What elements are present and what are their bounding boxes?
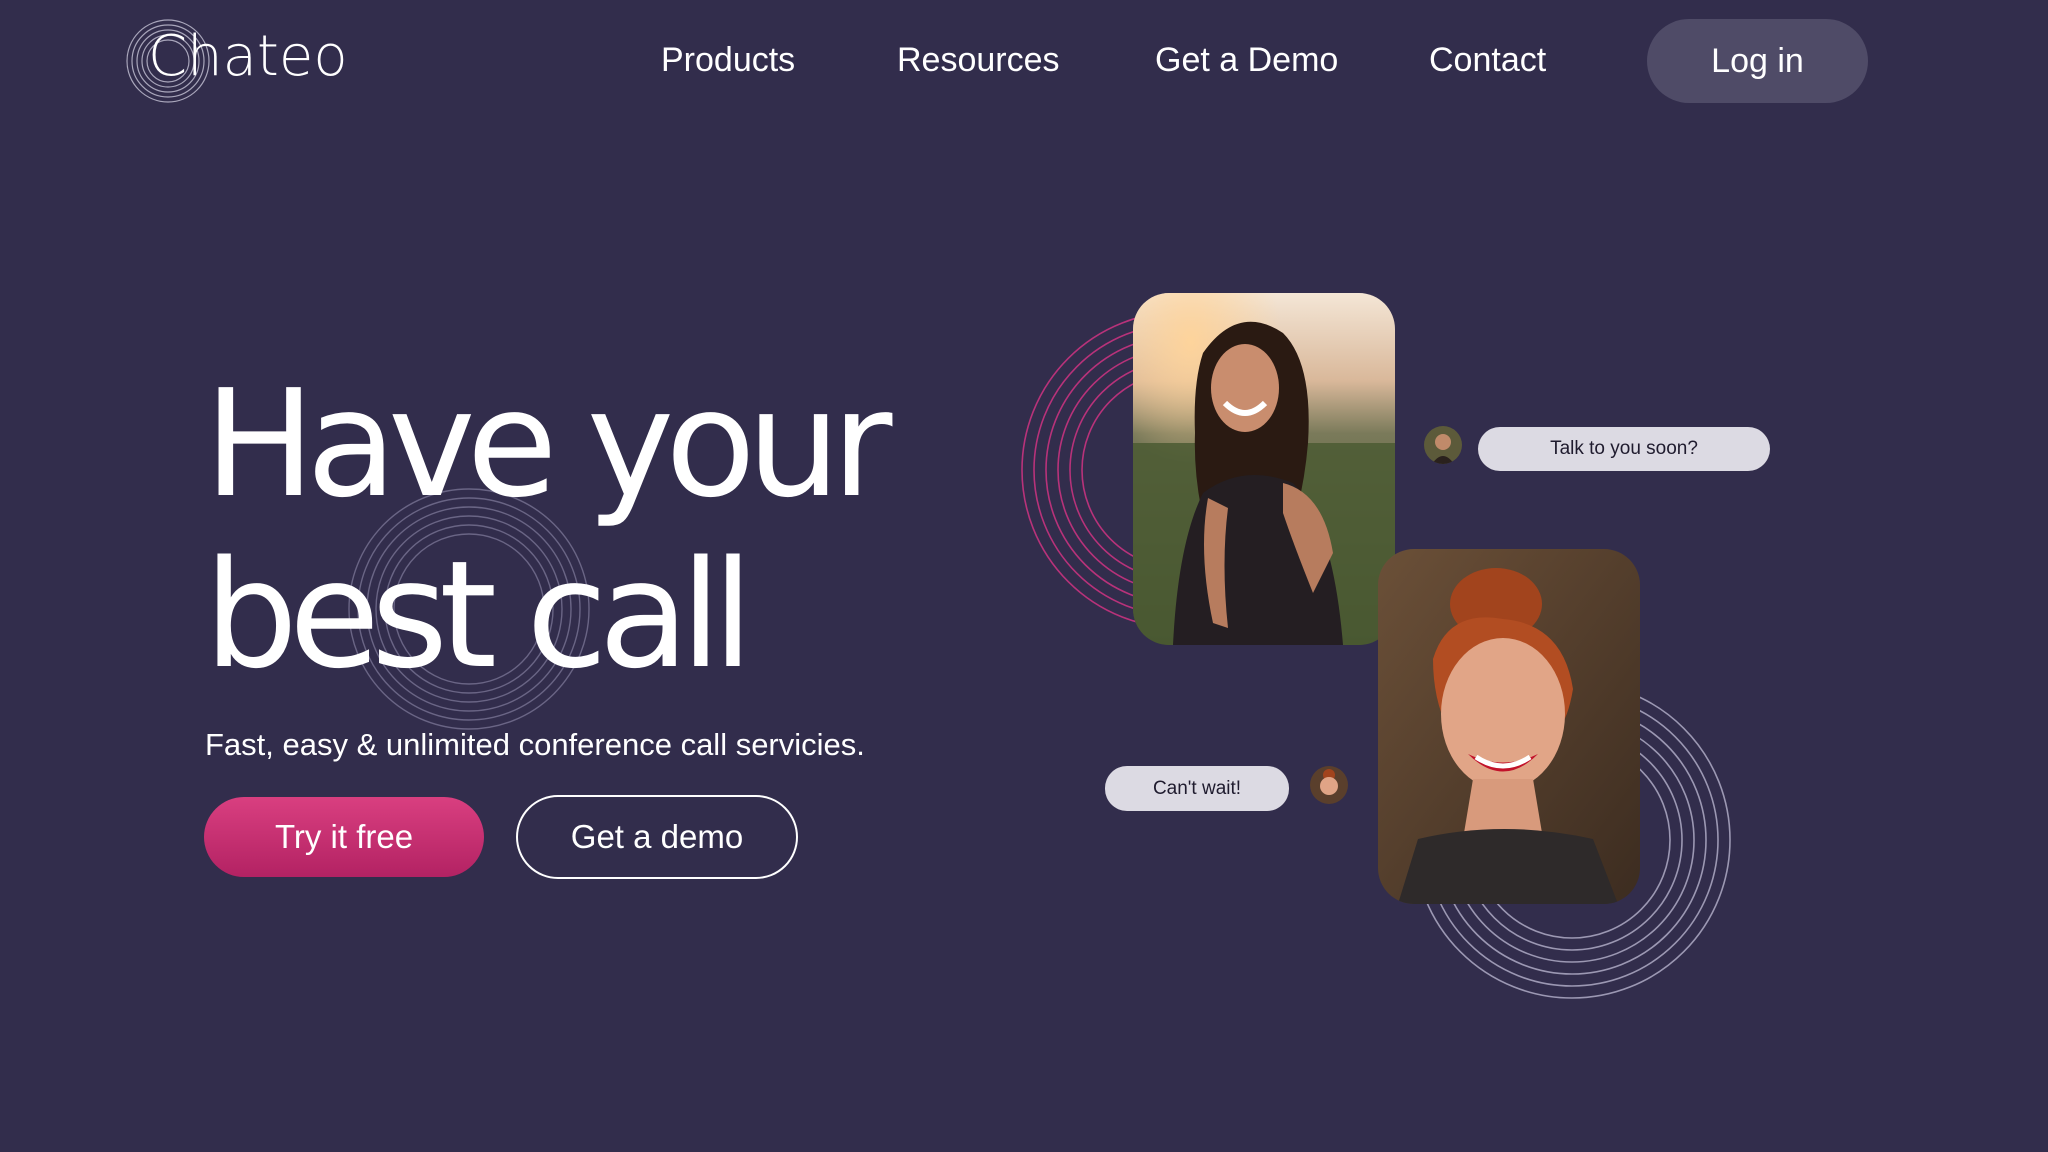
logo[interactable]: Chateo [126, 17, 356, 107]
nav-products[interactable]: Products [661, 38, 795, 82]
hero-title-line-2: best call [204, 529, 753, 701]
nav-contact[interactable]: Contact [1429, 38, 1546, 82]
hero-subtitle: Fast, easy & unlimited conference call s… [205, 727, 865, 762]
chat-bubble-cant-wait: Can't wait! [1105, 766, 1289, 811]
login-button[interactable]: Log in [1647, 19, 1868, 103]
hero-title-line-1: Have your [204, 358, 892, 530]
video-tile-woman-field [1133, 293, 1395, 645]
chat-bubble-talk-soon: Talk to you soon? [1478, 427, 1770, 471]
logo-text: Chateo [148, 24, 348, 89]
nav-get-demo[interactable]: Get a Demo [1155, 38, 1338, 82]
try-free-button[interactable]: Try it free [204, 797, 484, 877]
get-demo-button[interactable]: Get a demo [516, 795, 798, 879]
nav-resources[interactable]: Resources [897, 38, 1060, 82]
redhead-smiling-photo [1378, 549, 1640, 904]
avatar-woman-field [1424, 426, 1462, 464]
woman-smiling-photo [1133, 293, 1395, 645]
video-tile-woman-redhead [1378, 549, 1640, 904]
avatar-woman-redhead [1310, 766, 1348, 804]
